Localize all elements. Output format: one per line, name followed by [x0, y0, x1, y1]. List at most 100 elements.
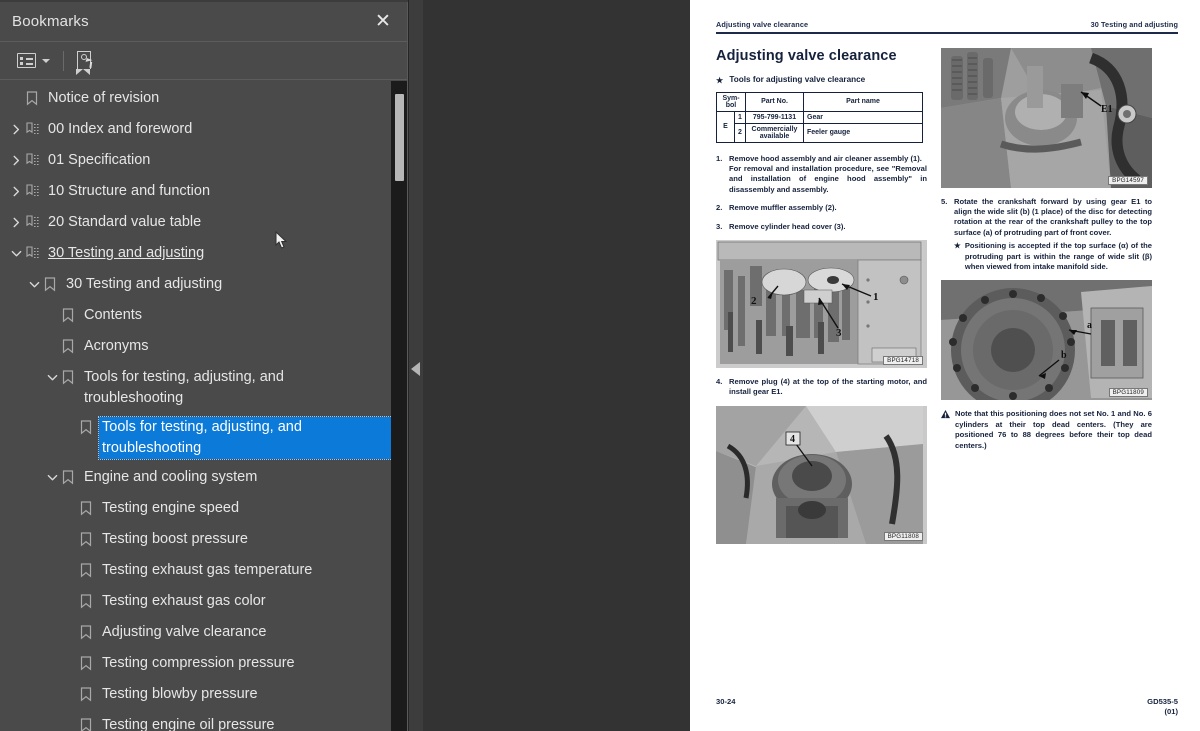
chevron-right-icon[interactable]	[6, 150, 26, 171]
bookmark-item-notice-of-revision[interactable]: Notice of revision	[0, 84, 408, 115]
chevron-down-icon[interactable]	[42, 367, 62, 388]
page-columns: Adjusting valve clearance ★ Tools for ad…	[716, 47, 1178, 553]
bookmark-item-20-standard-value-table[interactable]: 20 Standard value table	[0, 208, 408, 239]
chevron-right-icon[interactable]	[6, 181, 26, 202]
bookmark-item-engine-and-cooling-system[interactable]: Engine and cooling system	[0, 463, 408, 494]
bookmark-icon	[80, 684, 102, 705]
bookmark-item-30-testing-and-adjusting[interactable]: 30 Testing and adjusting	[0, 239, 408, 270]
bookmark-item-label: Engine and cooling system	[84, 469, 258, 485]
bookmark-item-label: Contents	[84, 307, 143, 323]
warning-note: Note that this positioning does not set …	[941, 409, 1152, 451]
header-rule	[716, 32, 1178, 34]
step-item: 3. Remove cylinder head cover (3).	[716, 222, 927, 232]
chevron-down-icon[interactable]	[24, 274, 44, 295]
table-row: E 1 795-799-1131 Gear	[716, 110, 923, 143]
section-icon	[26, 181, 48, 202]
chevron-down-icon[interactable]	[42, 467, 62, 488]
collapse-left-arrow-icon[interactable]	[411, 362, 420, 376]
bookmarks-scrollbar[interactable]	[391, 81, 408, 731]
cell-group-symbol: E	[716, 110, 735, 143]
bookmark-item-testing-engine-speed[interactable]: Testing engine speed	[0, 494, 408, 525]
chevron-right-icon[interactable]	[6, 212, 26, 233]
svg-text:1: 1	[873, 291, 879, 303]
scrollbar-thumb[interactable]	[395, 94, 404, 181]
bookmark-item-label: 10 Structure and function	[48, 183, 211, 199]
section-icon	[26, 119, 48, 140]
bookmark-item-acronyms[interactable]: Acronyms	[0, 332, 408, 363]
step-number: 2.	[716, 203, 723, 213]
twisty-placeholder	[60, 417, 80, 438]
section-icon	[26, 212, 48, 233]
close-icon[interactable]: ✕	[370, 9, 396, 35]
select-bookmark-button[interactable]	[73, 46, 99, 76]
step-text: Remove hood assembly and air cleaner ass…	[729, 153, 927, 194]
figure-engine-bay-image: 2 1 3	[716, 240, 923, 369]
svg-text:3: 3	[836, 327, 842, 339]
page-running-head: Adjusting valve clearance 30 Testing and…	[716, 20, 1178, 32]
tools-table: Sym-bol Part No. Part name E 1 795-799-1…	[716, 91, 923, 143]
bookmark-item-label: Acronyms	[84, 338, 149, 354]
bookmark-item-00-index-and-foreword[interactable]: 00 Index and foreword	[0, 115, 408, 146]
bookmark-item-testing-compression-pressure[interactable]: Testing compression pressure	[0, 649, 408, 680]
svg-text:4: 4	[790, 434, 795, 445]
tools-star-note-text: Tools for adjusting valve clearance	[729, 74, 866, 84]
table-header-row: Sym-bol Part No. Part name	[716, 91, 923, 112]
bookmark-icon	[80, 498, 102, 519]
bookmark-item-testing-exhaust-gas-color[interactable]: Testing exhaust gas color	[0, 587, 408, 618]
warning-triangle-icon	[941, 410, 950, 419]
step-text: Remove cylinder head cover (3).	[729, 221, 846, 231]
page-footer: 30-24 GD535-5 (01)	[716, 697, 1178, 717]
step-text: Remove muffler assembly (2).	[729, 203, 837, 213]
bookmark-item-contents[interactable]: Contents	[0, 301, 408, 332]
step-number: 4.	[716, 377, 723, 387]
cell-part-no: Commercially available	[745, 122, 804, 143]
chevron-right-icon[interactable]	[6, 119, 26, 140]
twisty-placeholder	[60, 684, 80, 705]
figure-id-label: BPG11808	[883, 531, 923, 541]
bookmark-item-testing-exhaust-gas-temperature[interactable]: Testing exhaust gas temperature	[0, 556, 408, 587]
bookmark-item-01-specification[interactable]: 01 Specification	[0, 146, 408, 177]
figure-engine-top-image: E1	[941, 47, 1152, 188]
twisty-placeholder	[42, 305, 62, 326]
bookmark-item-10-structure-and-function[interactable]: 10 Structure and function	[0, 177, 408, 208]
bookmark-icon	[80, 653, 102, 674]
bookmark-item-label: Testing engine oil pressure	[102, 717, 275, 731]
table-row: 2 Commercially available Feeler gauge	[717, 122, 923, 143]
bookmark-item-30-testing-and-adjusting[interactable]: 30 Testing and adjusting	[0, 270, 408, 301]
bookmark-item-label: Testing exhaust gas color	[102, 593, 266, 609]
cell-part-name: Gear	[803, 110, 923, 124]
star-icon: ★	[716, 75, 724, 85]
svg-text:b: b	[1061, 350, 1067, 361]
model-code: GD535-5 (01)	[1147, 697, 1178, 716]
chevron-down-icon	[42, 58, 50, 63]
bookmark-icon	[80, 715, 102, 731]
bookmark-icon	[80, 622, 102, 643]
bookmark-icon	[80, 560, 102, 581]
step-text: Remove plug (4) at the top of the starti…	[729, 377, 927, 397]
bookmark-item-tools-for-testing-adjusting-and-troubleshooting[interactable]: Tools for testing, adjusting, and troubl…	[0, 363, 408, 413]
bookmarks-tree[interactable]: Notice of revision 00 Index and foreword 0…	[0, 80, 408, 731]
bookmark-item-testing-engine-oil-pressure[interactable]: Testing engine oil pressure	[0, 711, 408, 731]
document-viewport[interactable]: Adjusting valve clearance 30 Testing and…	[690, 0, 1200, 731]
select-bookmark-icon	[76, 50, 95, 75]
figure-crankshaft-pulley: a b BPG11809	[941, 280, 1152, 401]
bookmark-item-testing-boost-pressure[interactable]: Testing boost pressure	[0, 525, 408, 556]
pdf-page: Adjusting valve clearance 30 Testing and…	[690, 0, 1200, 731]
bookmark-item-tools-for-testing-adjusting-and-troubleshooting[interactable]: Tools for testing, adjusting, and troubl…	[0, 413, 408, 463]
bookmark-item-label: Testing exhaust gas temperature	[102, 562, 313, 578]
cell-part-name: Feeler gauge	[803, 122, 923, 143]
figure-starting-motor: 4 BPG11808	[716, 405, 927, 544]
running-head-left: Adjusting valve clearance	[716, 20, 809, 29]
chevron-down-icon[interactable]	[6, 243, 26, 264]
sub-step: ★ Positioning is accepted if the top sur…	[954, 241, 1152, 272]
page-number: 30-24	[716, 697, 736, 706]
figure-id-label: BPG14597	[1108, 175, 1148, 185]
figure-engine-top: E1 BPG14597	[941, 47, 1152, 188]
bookmark-icon	[62, 467, 84, 488]
bookmark-item-label: 30 Testing and adjusting	[48, 245, 205, 261]
bookmark-item-testing-blowby-pressure[interactable]: Testing blowby pressure	[0, 680, 408, 711]
bookmark-item-adjusting-valve-clearance[interactable]: Adjusting valve clearance	[0, 618, 408, 649]
bookmark-item-label: Testing engine speed	[102, 500, 240, 516]
toolbar-divider	[63, 50, 64, 71]
bookmark-options-button[interactable]	[13, 46, 54, 76]
